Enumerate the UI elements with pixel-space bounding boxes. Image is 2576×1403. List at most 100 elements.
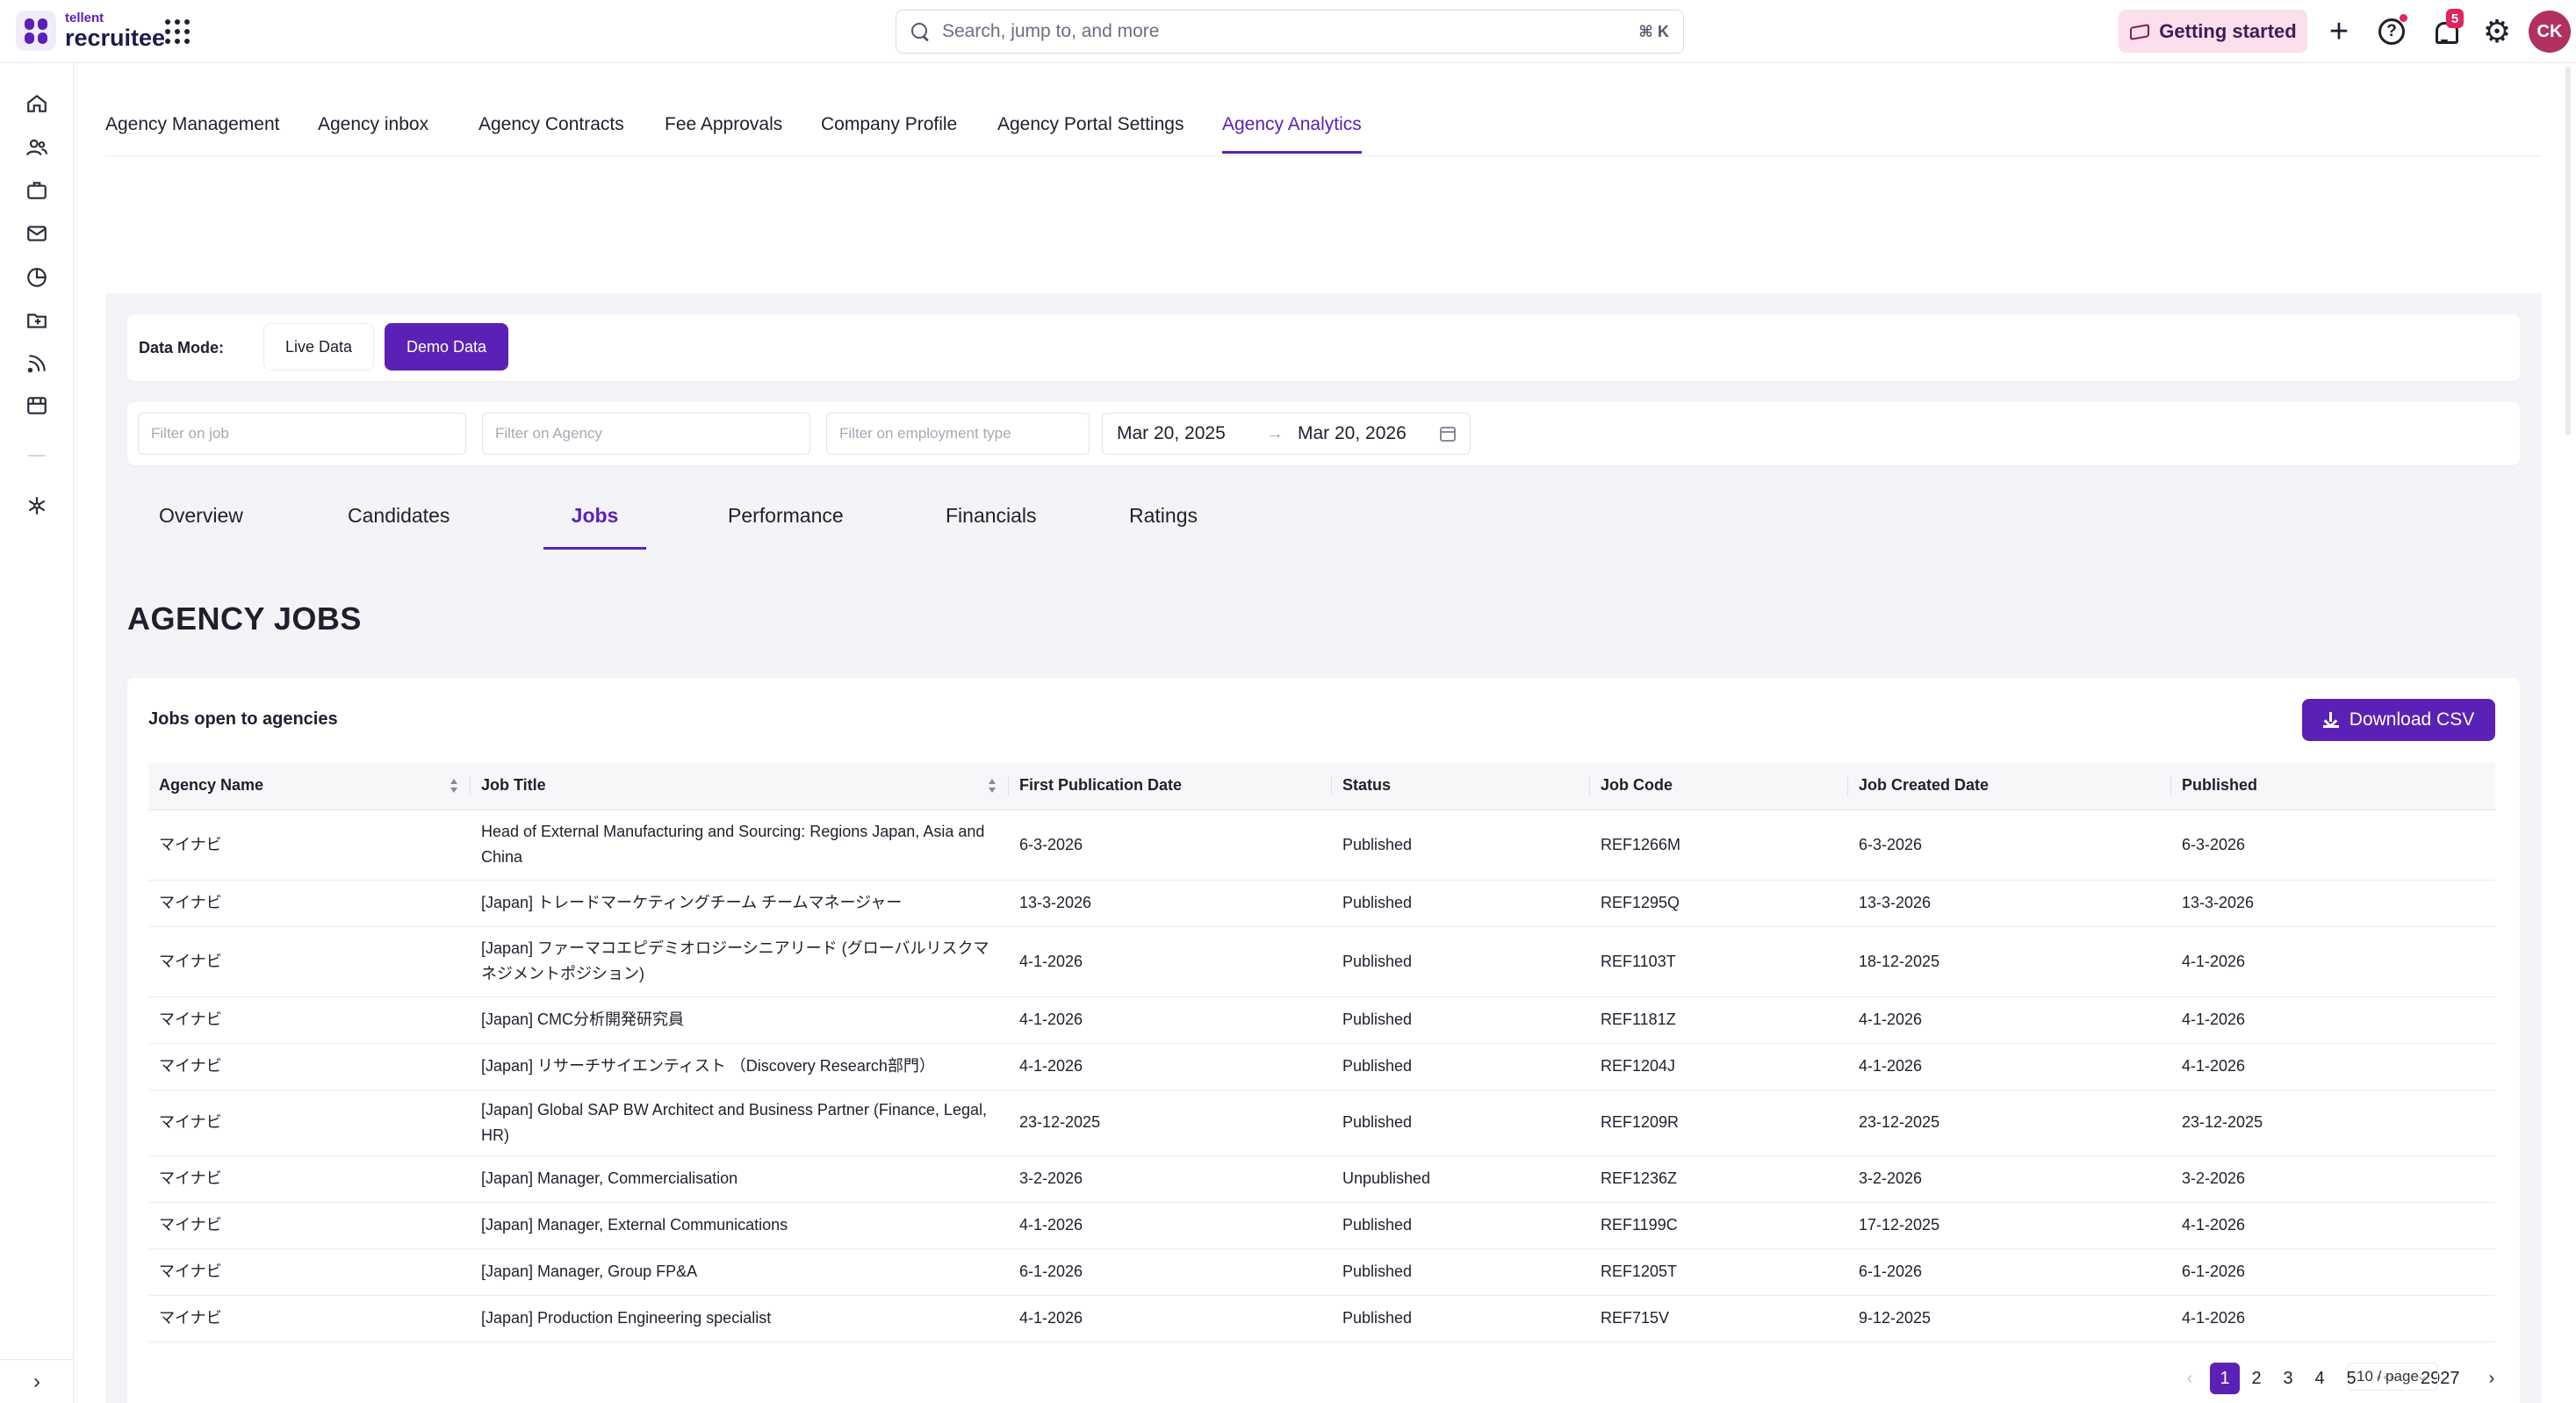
date-from[interactable]: Mar 20, 2025 (1117, 423, 1226, 444)
filter-agency-input[interactable] (482, 413, 810, 455)
home-icon[interactable] (25, 91, 49, 116)
sort-icon[interactable] (988, 779, 997, 793)
page-4[interactable]: 4 (2305, 1363, 2335, 1394)
cell-job-code: REF1199C (1590, 1202, 1848, 1249)
logo[interactable]: tellent recruitee (16, 11, 165, 51)
tab-agency-management[interactable]: Agency Management (105, 114, 279, 151)
sort-icon[interactable] (450, 779, 458, 793)
table-row[interactable]: マイナビ [Japan] Manager, Commercialisation … (148, 1155, 2495, 1203)
column-header-job-code: Job Code (1590, 762, 1848, 810)
agency-tabs: Agency Management Agency inbox Agency Co… (105, 63, 2542, 156)
feed-icon[interactable] (25, 351, 49, 376)
notification-badge: 5 (2446, 9, 2464, 28)
next-page-chevron-icon[interactable]: › (2477, 1363, 2507, 1394)
cell-first-publication-date: 4-1-2026 (1009, 996, 1332, 1044)
table-row[interactable]: マイナビ [Japan] Global SAP BW Architect and… (148, 1090, 2495, 1156)
gear-icon[interactable]: ⚙ (2481, 16, 2513, 47)
page-3[interactable]: 3 (2273, 1363, 2303, 1394)
avatar[interactable]: CK (2529, 11, 2571, 53)
tab-financials[interactable]: Financials (946, 495, 1037, 550)
table-row[interactable]: マイナビ [Japan] ファーマコエピデミオロジーシニアリード (グローバルリ… (148, 926, 2495, 997)
cell-status: Published (1332, 809, 1590, 881)
getting-started-button[interactable]: Getting started (2119, 10, 2307, 53)
cell-agency-name: マイナビ (148, 1248, 471, 1296)
tab-agency-contracts[interactable]: Agency Contracts (479, 114, 624, 151)
expand-nav-chevron-icon[interactable]: › (0, 1359, 74, 1403)
date-to[interactable]: Mar 20, 2026 (1298, 423, 1407, 444)
jobs-table: Agency Name Job Title First Publication … (148, 762, 2495, 1342)
page-2[interactable]: 2 (2241, 1363, 2271, 1394)
page-size-select[interactable]: 10 / page ⌄ (2347, 1363, 2438, 1391)
tab-jobs[interactable]: Jobs (543, 495, 646, 550)
cell-job-title: [Japan] トレードマーケティングチーム チームマネージャー (471, 880, 1009, 927)
live-data-button[interactable]: Live Data (263, 323, 375, 371)
date-range-picker[interactable]: Mar 20, 2025 → Mar 20, 2026 (1102, 413, 1471, 455)
marketplace-icon[interactable] (25, 393, 49, 418)
tab-overview[interactable]: Overview (159, 495, 243, 550)
filter-employment-type-input[interactable] (826, 413, 1090, 455)
bell-icon[interactable]: 5 (2428, 9, 2464, 47)
integrations-icon[interactable] (25, 493, 49, 518)
cell-agency-name: マイナビ (148, 1295, 471, 1342)
help-icon[interactable]: ? (2376, 14, 2407, 47)
cell-first-publication-date: 4-1-2026 (1009, 1295, 1332, 1342)
column-header-job-title[interactable]: Job Title (471, 762, 1009, 810)
plus-icon[interactable]: + (2323, 15, 2355, 48)
cell-job-created-date: 18-12-2025 (1848, 926, 2171, 997)
prev-page-chevron-icon[interactable]: ‹ (2175, 1363, 2205, 1394)
cell-published: 6-1-2026 (2171, 1248, 2495, 1296)
filter-card: Mar 20, 2025 → Mar 20, 2026 (127, 402, 2520, 465)
column-header-agency-name[interactable]: Agency Name (148, 762, 471, 810)
folder-icon[interactable] (25, 308, 49, 333)
cell-job-title: [Japan] Manager, Group FP&A (471, 1248, 1009, 1296)
table-row[interactable]: マイナビ [Japan] Production Engineering spec… (148, 1295, 2495, 1342)
tab-fee-approvals[interactable]: Fee Approvals (665, 114, 782, 151)
search-input[interactable] (942, 21, 1639, 42)
top-bar: tellent recruitee ⌘ K Getting started + … (0, 0, 2576, 63)
tab-ratings[interactable]: Ratings (1129, 495, 1198, 550)
cell-job-created-date: 6-3-2026 (1848, 809, 2171, 881)
apps-grid-icon[interactable] (165, 19, 190, 44)
analytics-panel: Data Mode: Live Data Demo Data Mar 20, 2… (105, 293, 2542, 1403)
table-row[interactable]: マイナビ [Japan] リサーチサイエンティスト （Discovery Res… (148, 1043, 2495, 1090)
table-row[interactable]: マイナビ [Japan] CMC分析開発研究員 4-1-2026 Publish… (148, 996, 2495, 1044)
cell-status: Published (1332, 926, 1590, 997)
getting-started-label: Getting started (2159, 19, 2297, 42)
demo-data-button[interactable]: Demo Data (385, 323, 509, 371)
cell-first-publication-date: 23-12-2025 (1009, 1090, 1332, 1156)
mail-icon[interactable] (25, 221, 49, 246)
download-csv-button[interactable]: Download CSV (2302, 699, 2495, 741)
filter-job-input[interactable] (138, 413, 466, 455)
page-1[interactable]: 1 (2210, 1363, 2240, 1394)
cell-status: Published (1332, 1202, 1590, 1249)
cell-job-code: REF1209R (1590, 1090, 1848, 1156)
tab-agency-portal-settings[interactable]: Agency Portal Settings (997, 114, 1184, 151)
tab-agency-inbox[interactable]: Agency inbox (318, 114, 428, 151)
candidates-icon[interactable] (25, 135, 49, 160)
table-row[interactable]: マイナビ [Japan] トレードマーケティングチーム チームマネージャー 13… (148, 880, 2495, 927)
table-row[interactable]: マイナビ [Japan] Manager, External Communica… (148, 1202, 2495, 1249)
global-search[interactable]: ⌘ K (896, 10, 1684, 54)
cell-status: Published (1332, 1090, 1590, 1156)
cell-job-code: REF1295Q (1590, 880, 1848, 927)
cell-published: 4-1-2026 (2171, 1202, 2495, 1249)
table-row[interactable]: マイナビ [Japan] Manager, Group FP&A 6-1-202… (148, 1248, 2495, 1296)
cell-agency-name: マイナビ (148, 880, 471, 927)
cell-job-created-date: 9-12-2025 (1848, 1295, 2171, 1342)
tab-performance[interactable]: Performance (728, 495, 844, 550)
tab-candidates[interactable]: Candidates (348, 495, 450, 550)
tab-company-profile[interactable]: Company Profile (821, 114, 957, 151)
cell-published: 23-12-2025 (2171, 1090, 2495, 1156)
graduation-cap-icon (2129, 24, 2148, 40)
calendar-icon[interactable] (1440, 427, 1456, 442)
data-mode-card: Data Mode: Live Data Demo Data (127, 314, 2520, 381)
cell-published: 4-1-2026 (2171, 926, 2495, 997)
cell-agency-name: マイナビ (148, 1202, 471, 1249)
table-row[interactable]: マイナビ Head of External Manufacturing and … (148, 809, 2495, 881)
tab-agency-analytics[interactable]: Agency Analytics (1222, 114, 1362, 154)
cell-published: 4-1-2026 (2171, 1043, 2495, 1090)
reports-pie-icon[interactable] (25, 265, 49, 290)
page-scrollbar[interactable] (2564, 63, 2572, 1403)
jobs-briefcase-icon[interactable] (25, 178, 49, 203)
cell-agency-name: マイナビ (148, 1043, 471, 1090)
